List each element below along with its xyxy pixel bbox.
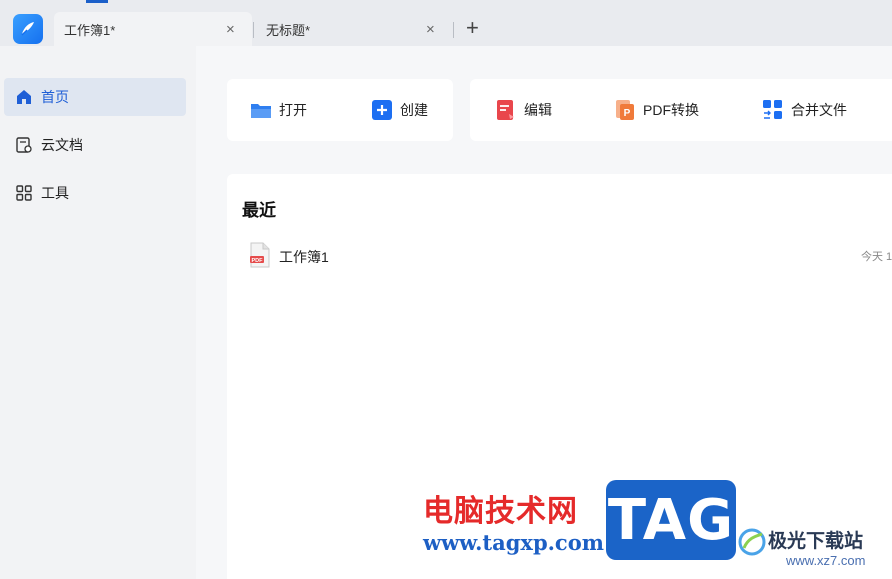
recent-title: 最近 (242, 201, 276, 220)
app-logo[interactable] (13, 14, 43, 44)
tools-grid-icon (13, 182, 35, 204)
watermark-secondary-name: 极光下载站 (768, 530, 864, 552)
pdf-file-icon: PDF (249, 242, 271, 268)
file-name: 工作簿1 (279, 249, 329, 265)
sidebar-item-label: 首页 (41, 89, 69, 105)
tab-untitled[interactable]: 无标题* × (256, 12, 452, 46)
sidebar-item-label: 云文档 (41, 137, 83, 153)
edit-button[interactable]: 编辑 (495, 79, 552, 141)
quill-logo-icon (21, 22, 34, 36)
watermark-overlay: 电脑技术网 www.tagxp.com TAG 极光下载站 www.xz7.co… (418, 478, 892, 579)
tab-divider (253, 22, 254, 38)
merge-files-label: 合并文件 (791, 102, 847, 118)
pdf-convert-label: PDF转换 (643, 102, 699, 118)
svg-text:P: P (624, 108, 631, 119)
create-button[interactable]: 创建 (371, 79, 428, 141)
open-button[interactable]: 打开 (250, 79, 307, 141)
home-icon (13, 86, 35, 108)
tab-close-icon[interactable]: × (426, 21, 435, 38)
create-label: 创建 (400, 102, 428, 118)
sidebar-item-home[interactable]: 首页 (4, 78, 186, 116)
tab-label: 无标题* (266, 22, 311, 38)
tools-actions-card: 编辑 P PDF转换 合并文件 (470, 79, 892, 141)
watermark-secondary-url: www.xz7.com (786, 553, 866, 568)
plus-square-icon (371, 99, 393, 121)
sidebar-item-tools[interactable]: 工具 (4, 174, 186, 212)
list-item[interactable]: PDF 工作簿1 今天 1 (227, 238, 892, 272)
tab-label: 工作簿1* (64, 22, 116, 38)
tab-workbook1[interactable]: 工作簿1* × (54, 12, 252, 46)
edit-doc-icon (495, 99, 517, 121)
quick-actions-card: 打开 创建 (227, 79, 453, 141)
file-time: 今天 1 (861, 251, 892, 263)
pdf-convert-icon: P (614, 99, 636, 121)
folder-icon (250, 99, 272, 121)
pdf-convert-button[interactable]: P PDF转换 (614, 79, 699, 141)
tab-divider (453, 22, 454, 38)
merge-files-icon (762, 99, 784, 121)
sidebar-item-label: 工具 (41, 185, 69, 201)
cloud-doc-icon (13, 134, 35, 156)
previous-window-fragment (86, 0, 108, 3)
tab-bar: 工作簿1* × 无标题* × + (0, 6, 892, 46)
watermark-site-name: 电脑技术网 (423, 494, 578, 529)
merge-files-button[interactable]: 合并文件 (762, 79, 847, 141)
tab-close-icon[interactable]: × (226, 21, 235, 38)
sidebar: 首页 云文档 工具 (0, 46, 196, 579)
sidebar-item-cloud-docs[interactable]: 云文档 (4, 126, 186, 164)
svg-text:PDF: PDF (252, 258, 264, 264)
edit-label: 编辑 (524, 102, 552, 118)
open-label: 打开 (279, 102, 307, 118)
watermark-url: www.tagxp.com (423, 530, 604, 555)
new-tab-plus-icon[interactable]: + (466, 17, 479, 39)
aurora-logo-icon (738, 528, 766, 556)
watermark-tag-badge: TAG (606, 480, 736, 560)
